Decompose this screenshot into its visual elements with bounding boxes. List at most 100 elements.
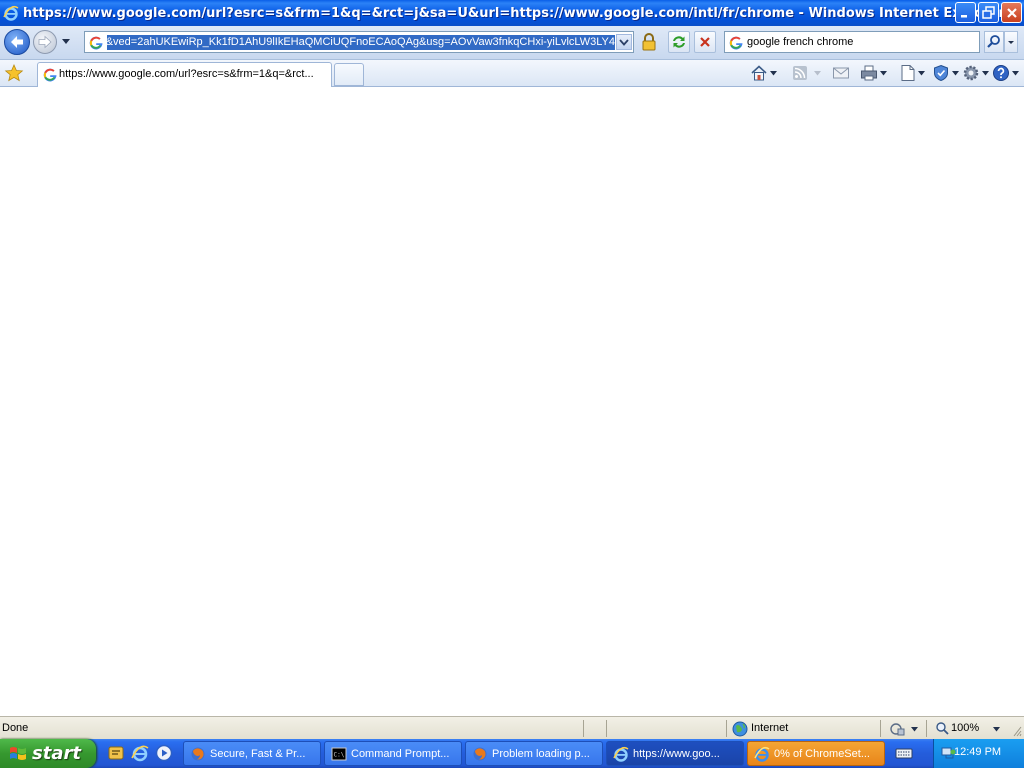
task-label: Command Prompt... (351, 747, 450, 760)
status-divider (606, 720, 607, 737)
task-label: Problem loading p... (492, 747, 590, 760)
address-dropdown-button[interactable] (616, 34, 632, 50)
ie-download-icon (754, 746, 770, 762)
read-mail-button[interactable] (832, 64, 850, 82)
zoom-magnifier-icon (936, 722, 949, 735)
window-title: https://www.google.com/url?esrc=s&frm=1&… (23, 5, 1005, 21)
printer-icon (861, 65, 877, 81)
task-firefox-secure[interactable]: Secure, Fast & Pr... (183, 741, 321, 766)
globe-icon (732, 721, 748, 737)
start-button[interactable]: start (0, 739, 96, 768)
address-bar[interactable]: ome/&ved=2ahUKEwiRp_Kk1fD1AhU9lIkEHaQMCi… (84, 31, 634, 53)
chevron-down-icon (1008, 41, 1014, 44)
help-menu-button[interactable] (992, 64, 1019, 82)
svg-text:C:\: C:\ (334, 751, 345, 758)
search-options-dropdown[interactable] (1004, 31, 1018, 53)
protected-mode-icon[interactable] (890, 721, 906, 737)
navigation-bar: ome/&ved=2ahUKEwiRp_Kk1fD1AhU9lIkEHaQMCi… (0, 26, 1024, 60)
favorites-star-icon[interactable] (4, 64, 24, 82)
stop-icon (700, 37, 710, 47)
recent-pages-dropdown-icon[interactable] (60, 37, 72, 47)
stop-button[interactable] (694, 31, 716, 53)
forward-button[interactable] (33, 30, 57, 54)
mail-icon (833, 67, 849, 79)
safety-menu-button[interactable] (932, 64, 959, 82)
ie-logo-icon (3, 5, 19, 21)
refresh-button[interactable] (668, 31, 690, 53)
search-input[interactable]: google french chrome (724, 31, 980, 53)
back-arrow-icon (11, 36, 23, 48)
security-lock-icon[interactable] (638, 32, 660, 52)
language-bar-keyboard-icon[interactable] (895, 745, 913, 761)
start-label: start (32, 743, 81, 764)
new-tab-button[interactable] (334, 63, 364, 86)
resize-grip-icon[interactable] (1012, 725, 1022, 737)
feeds-button[interactable] (792, 64, 821, 82)
task-label: https://www.goo... (633, 747, 720, 760)
task-label: 0% of ChromeSet... (774, 747, 870, 760)
status-divider (583, 720, 584, 737)
quicklaunch-ie-icon[interactable] (131, 744, 149, 762)
firefox-icon (191, 747, 205, 760)
page-icon (901, 65, 915, 81)
chevron-down-icon[interactable] (993, 727, 1000, 732)
page-menu-button[interactable] (900, 64, 925, 82)
zoom-level-text[interactable]: 100% (951, 722, 979, 734)
page-content-area[interactable] (0, 88, 1024, 716)
chevron-down-icon (982, 70, 989, 75)
chevron-down-icon (619, 39, 629, 46)
close-icon (1006, 7, 1017, 18)
google-favicon-icon (43, 68, 57, 82)
tab-title: https://www.google.com/url?esrc=s&frm=1&… (59, 68, 314, 80)
command-prompt-icon: C:\ (331, 747, 347, 760)
google-favicon-icon (89, 36, 103, 50)
status-divider (926, 720, 927, 737)
status-text: Done (2, 722, 29, 734)
search-button[interactable] (984, 31, 1004, 53)
tools-menu-button[interactable] (962, 64, 989, 82)
security-zone-text[interactable]: Internet (751, 722, 788, 734)
home-button[interactable] (750, 64, 777, 82)
magnifier-icon (987, 35, 1000, 48)
task-command-prompt[interactable]: C:\ Command Prompt... (324, 741, 462, 766)
task-chrome-setup-download[interactable]: 0% of ChromeSet... (747, 741, 885, 766)
rss-feed-icon (793, 66, 807, 80)
task-internet-explorer[interactable]: https://www.goo... (606, 741, 744, 766)
taskbar: start Secure, Fast & Pr... C:\ Command P… (0, 739, 1024, 768)
chevron-down-icon[interactable] (911, 727, 918, 732)
close-button[interactable] (1001, 2, 1022, 23)
address-url-text[interactable]: ome/&ved=2ahUKEwiRp_Kk1fD1AhU9lIkEHaQMCi… (107, 35, 615, 50)
minimize-icon (961, 15, 967, 18)
quicklaunch-media-player-icon[interactable] (155, 744, 173, 762)
firefox-icon (473, 747, 487, 760)
title-bar[interactable]: https://www.google.com/url?esrc=s&frm=1&… (0, 0, 1024, 26)
gear-icon (963, 65, 979, 81)
task-problem-loading[interactable]: Problem loading p... (465, 741, 603, 766)
shield-icon (934, 64, 948, 82)
clock[interactable]: 12:49 PM (954, 746, 1001, 758)
chevron-down-icon (770, 70, 777, 75)
print-button[interactable] (860, 64, 887, 82)
quicklaunch-outlook-icon[interactable] (107, 744, 125, 762)
help-icon (993, 65, 1009, 81)
status-bar: Done Internet 100% (0, 716, 1024, 739)
status-divider (880, 720, 881, 737)
restore-icon (982, 6, 995, 19)
minimize-button[interactable] (955, 2, 976, 23)
chevron-down-icon (952, 70, 959, 75)
tab-current[interactable]: https://www.google.com/url?esrc=s&frm=1&… (37, 62, 332, 87)
forward-arrow-icon (38, 35, 52, 49)
back-button[interactable] (4, 29, 30, 55)
chevron-down-icon (814, 70, 821, 75)
status-divider (726, 720, 727, 737)
home-icon (751, 65, 767, 81)
windows-logo-icon (10, 746, 26, 760)
task-label: Secure, Fast & Pr... (210, 747, 306, 760)
search-query-text[interactable]: google french chrome (747, 36, 853, 48)
chevron-down-icon (918, 70, 925, 75)
tab-bar: https://www.google.com/url?esrc=s&frm=1&… (0, 60, 1024, 87)
ie-logo-icon (613, 746, 629, 762)
restore-button[interactable] (978, 2, 999, 23)
chevron-down-icon (1012, 70, 1019, 75)
chevron-down-icon (880, 70, 887, 75)
